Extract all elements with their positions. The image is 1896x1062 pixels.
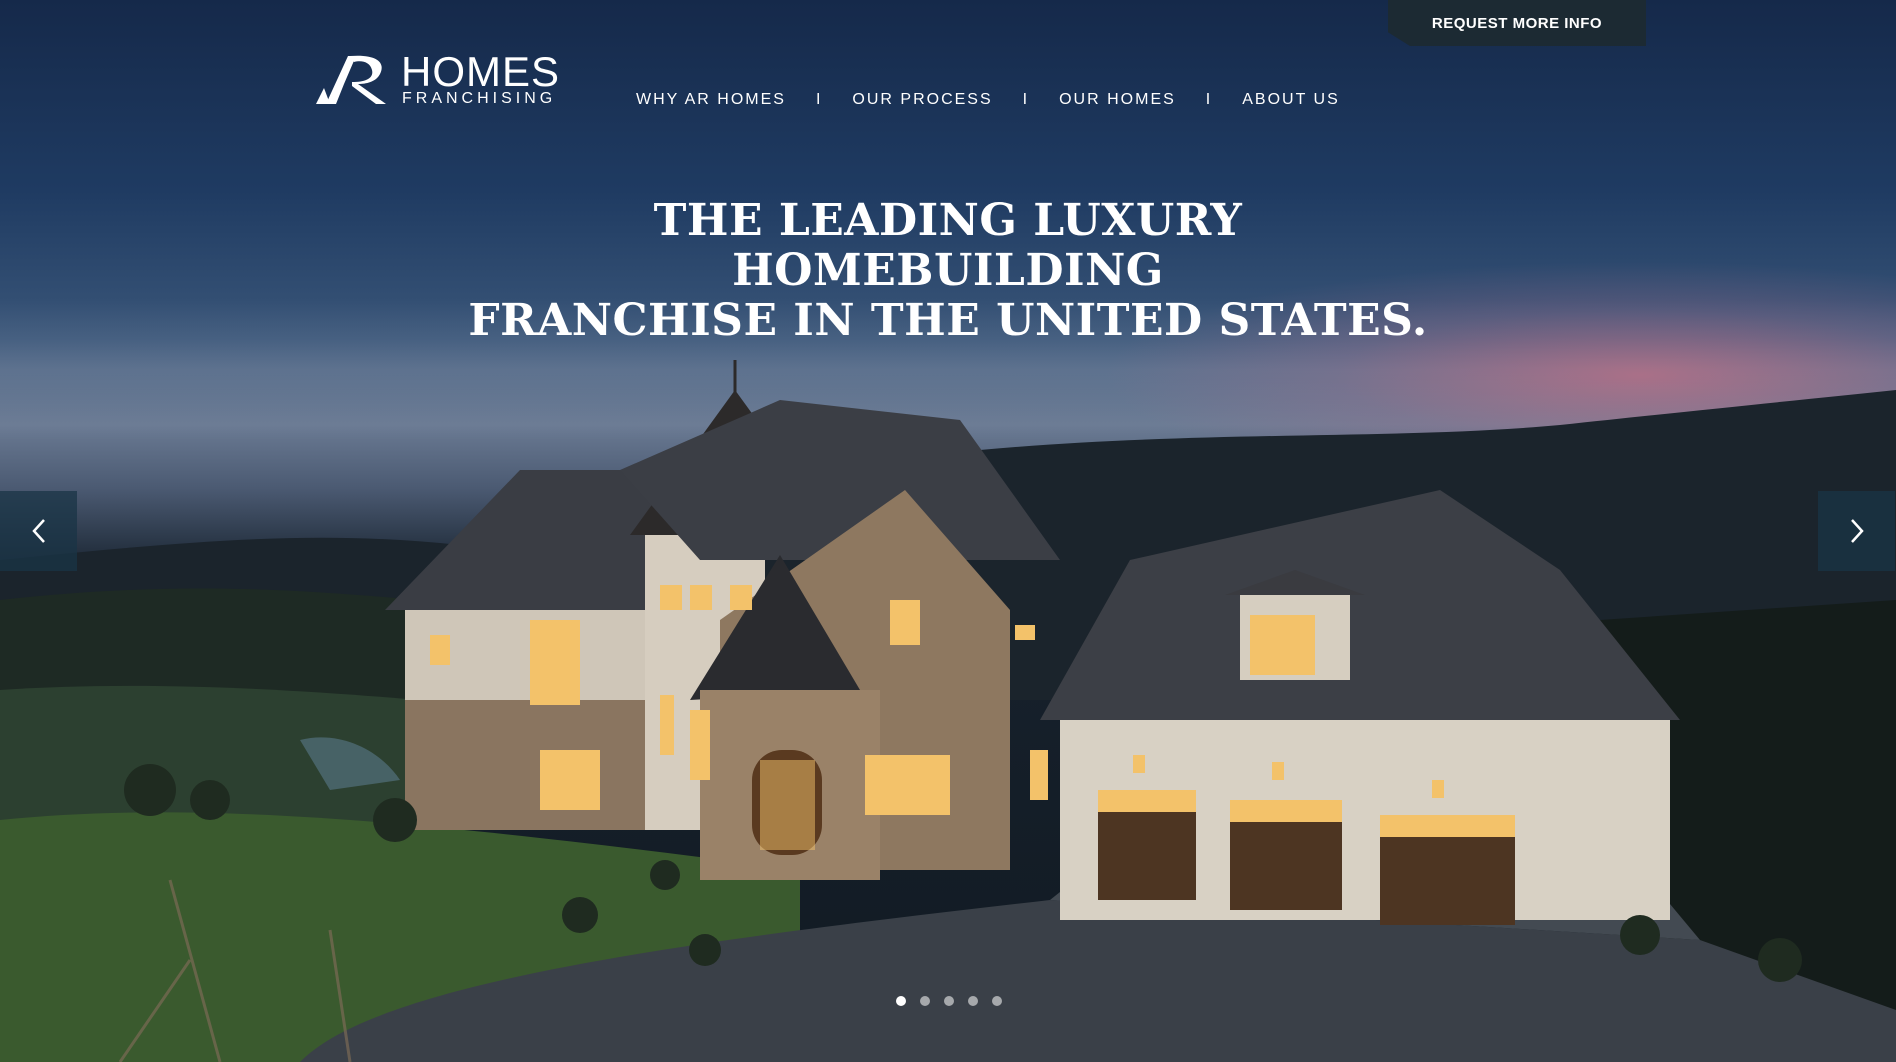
slider-dot-4[interactable] [968, 996, 978, 1006]
chevron-left-icon [31, 519, 45, 543]
logo-word-franchising: FRANCHISING [402, 90, 557, 107]
slider-pagination [896, 996, 1002, 1006]
nav-item-our-homes[interactable]: OUR HOMES [1059, 91, 1176, 109]
hero-headline-line-1: THE LEADING LUXURY HOMEBUILDING [653, 195, 1243, 296]
main-nav: WHY AR HOMES I OUR PROCESS I OUR HOMES I… [636, 88, 1340, 112]
slider-dot-2[interactable] [920, 996, 930, 1006]
nav-separator: I [815, 91, 823, 108]
request-info-button[interactable]: REQUEST MORE INFO [1388, 0, 1646, 46]
logo-word-homes: HOMES [401, 48, 561, 95]
nav-separator: I [1022, 91, 1030, 108]
slider-dot-1[interactable] [896, 996, 906, 1006]
request-info-label: REQUEST MORE INFO [1431, 14, 1603, 32]
logo[interactable]: HOMES FRANCHISING [314, 48, 559, 108]
nav-item-our-process[interactable]: OUR PROCESS [852, 91, 992, 109]
hero-slide [0, 0, 1896, 1062]
hero-headline: THE LEADING LUXURY HOMEBUILDING FRANCHIS… [448, 196, 1448, 346]
slider-next-button[interactable] [1818, 491, 1895, 571]
nav-item-why-ar-homes[interactable]: WHY AR HOMES [636, 91, 786, 109]
slider-dot-3[interactable] [944, 996, 954, 1006]
ar-logo-mark-icon [316, 55, 386, 104]
chevron-right-icon [1850, 519, 1864, 543]
nav-separator: I [1205, 91, 1213, 108]
nav-item-about-us[interactable]: ABOUT US [1242, 91, 1340, 109]
slider-dot-5[interactable] [992, 996, 1002, 1006]
slider-prev-button[interactable] [0, 491, 77, 571]
hero-house-image [0, 360, 1896, 1062]
hero-headline-line-2: FRANCHISE IN THE UNITED STATES. [468, 295, 1428, 346]
